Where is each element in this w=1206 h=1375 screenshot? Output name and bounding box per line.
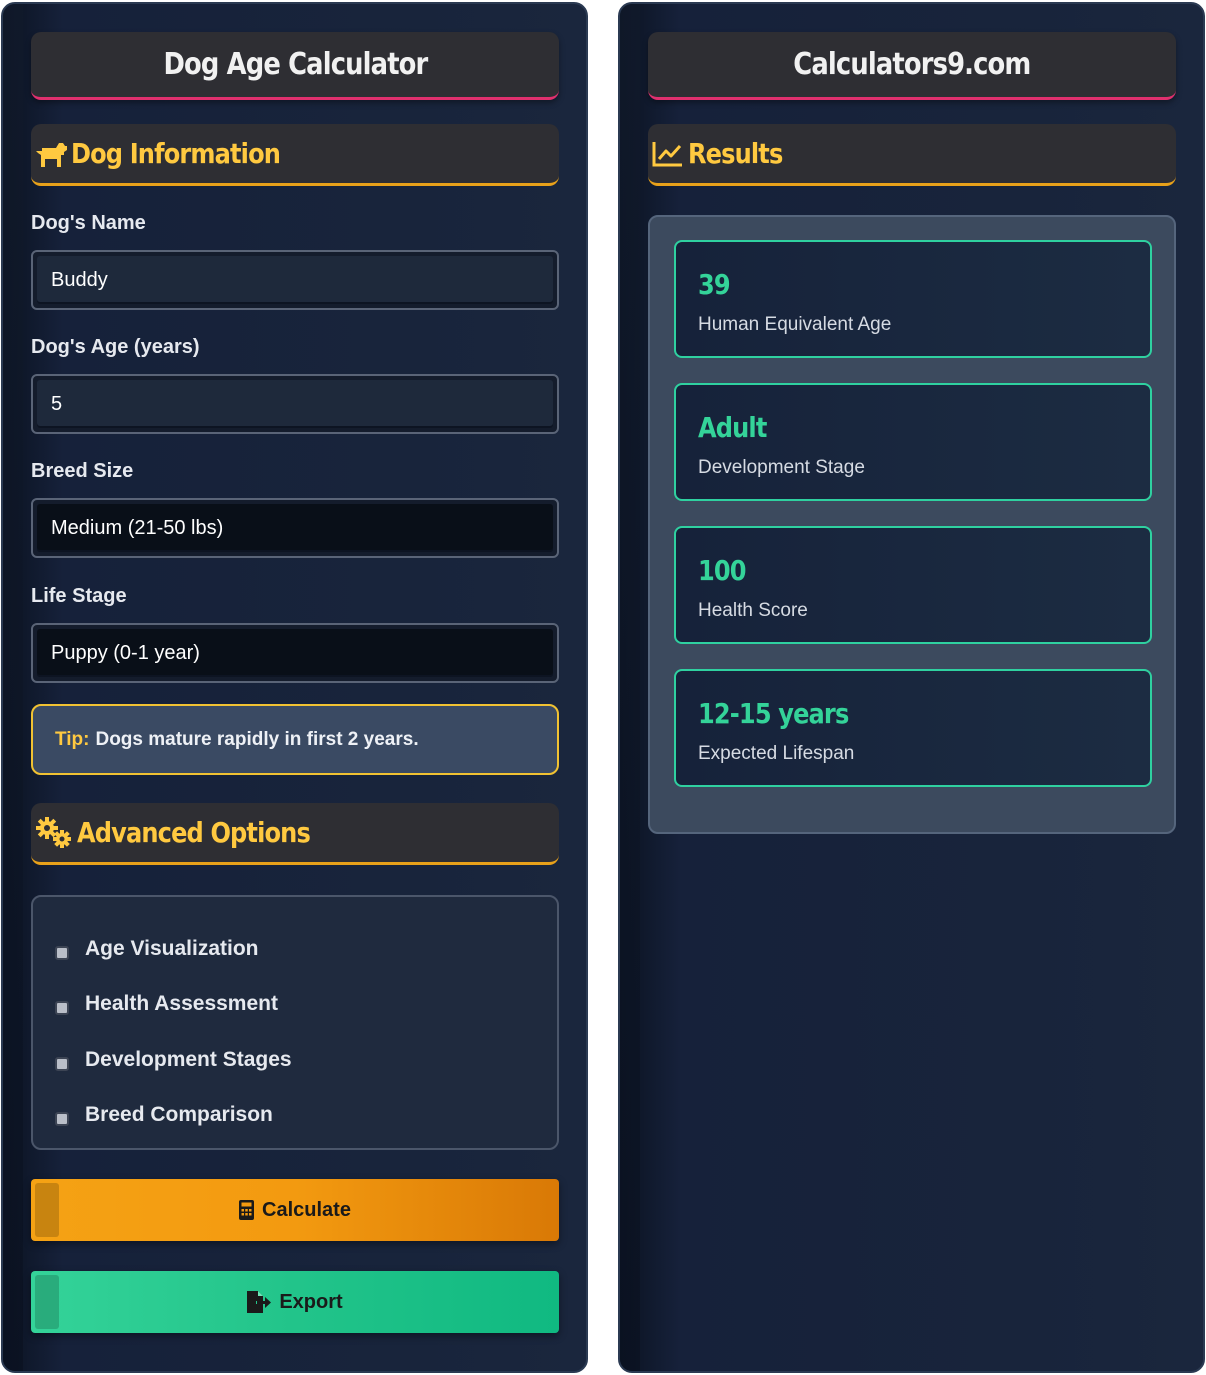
dog-information-title: Dog Information xyxy=(71,137,281,170)
dog-name-input[interactable]: Buddy xyxy=(31,250,559,310)
result-value: Adult xyxy=(698,411,767,444)
breed-size-label: Breed Size xyxy=(31,460,134,482)
export-button[interactable]: Export xyxy=(31,1271,559,1333)
option-label: Breed Comparison xyxy=(85,1103,273,1127)
tip-text: Dogs mature rapidly in first 2 years. xyxy=(95,728,419,750)
option-development-stages[interactable]: Development Stages xyxy=(33,1032,557,1088)
tip-key: Tip: xyxy=(55,728,90,750)
checkbox[interactable] xyxy=(55,1001,69,1016)
results-title: Results xyxy=(688,137,783,170)
result-card-health-score: 100 Health Score xyxy=(674,526,1152,644)
result-card-human-age: 39 Human Equivalent Age xyxy=(674,240,1152,358)
result-label: Health Score xyxy=(698,600,808,621)
chart-line-icon xyxy=(648,134,688,174)
gears-icon xyxy=(31,813,77,853)
advanced-options-list: Age Visualization Health Assessment Deve… xyxy=(31,895,559,1150)
results-panel: Calculators9.com Results 39 Human Equiva… xyxy=(618,2,1205,1373)
result-card-lifespan: 12-15 years Expected Lifespan xyxy=(674,669,1152,787)
checkbox[interactable] xyxy=(55,1112,69,1127)
file-export-icon xyxy=(247,1291,272,1313)
option-label: Age Visualization xyxy=(85,936,259,960)
dog-age-input[interactable]: 5 xyxy=(31,374,559,434)
calculator-panel: Dog Age Calculator Dog Information Dog's… xyxy=(1,2,588,1373)
breed-size-value[interactable]: Medium (21-50 lbs) xyxy=(37,504,553,552)
site-title-bar: Calculators9.com xyxy=(648,32,1176,100)
tip-box: Tip: Dogs mature rapidly in first 2 year… xyxy=(31,704,559,775)
advanced-options-header[interactable]: Advanced Options xyxy=(31,803,559,865)
checkbox[interactable] xyxy=(55,945,69,960)
option-age-visualization[interactable]: Age Visualization xyxy=(33,921,557,977)
option-label: Health Assessment xyxy=(85,992,278,1016)
result-value: 12-15 years xyxy=(698,697,849,730)
calculator-title-bar: Dog Age Calculator xyxy=(31,32,559,100)
advanced-options-title: Advanced Options xyxy=(77,816,311,849)
result-label: Human Equivalent Age xyxy=(698,314,892,335)
breed-size-select[interactable]: Medium (21-50 lbs) xyxy=(31,498,559,558)
dog-information-header: Dog Information xyxy=(31,124,559,186)
calculate-button[interactable]: Calculate xyxy=(31,1179,559,1241)
result-label: Expected Lifespan xyxy=(698,743,855,764)
option-label: Development Stages xyxy=(85,1047,292,1071)
results-header: Results xyxy=(648,124,1176,186)
dog-age-value[interactable]: 5 xyxy=(37,380,553,428)
calculate-label: Calculate xyxy=(262,1198,351,1221)
dog-age-label: Dog's Age (years) xyxy=(31,336,200,358)
result-label: Development Stage xyxy=(698,457,865,478)
site-title: Calculators9.com xyxy=(793,47,1031,82)
dog-name-label: Dog's Name xyxy=(31,212,146,234)
result-value: 100 xyxy=(698,554,747,587)
page-title: Dog Age Calculator xyxy=(163,47,428,82)
checkbox[interactable] xyxy=(55,1056,69,1071)
dog-name-value[interactable]: Buddy xyxy=(37,256,553,304)
result-value: 39 xyxy=(698,268,731,301)
life-stage-label: Life Stage xyxy=(31,585,127,607)
dog-icon xyxy=(31,134,71,174)
results-container: 39 Human Equivalent Age Adult Developmen… xyxy=(648,215,1176,834)
life-stage-select[interactable]: Puppy (0-1 year) xyxy=(31,623,559,683)
life-stage-value[interactable]: Puppy (0-1 year) xyxy=(37,629,553,677)
option-breed-comparison[interactable]: Breed Comparison xyxy=(33,1088,557,1144)
export-label: Export xyxy=(279,1290,343,1313)
option-health-assessment[interactable]: Health Assessment xyxy=(33,977,557,1033)
calculator-icon xyxy=(239,1200,255,1220)
result-card-development-stage: Adult Development Stage xyxy=(674,383,1152,501)
